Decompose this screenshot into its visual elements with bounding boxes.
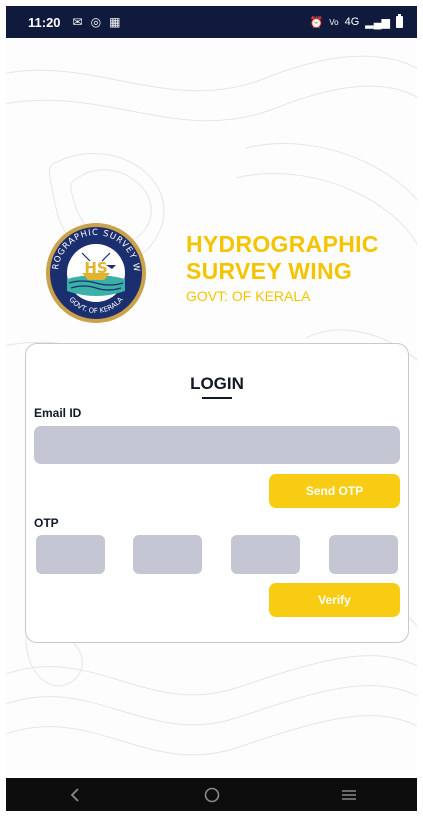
network-type: 4G: [344, 16, 360, 28]
verify-button[interactable]: Verify: [269, 583, 400, 617]
otp-digit-2[interactable]: [133, 535, 202, 574]
email-input[interactable]: [34, 426, 400, 464]
otp-digit-1[interactable]: [36, 535, 105, 574]
otp-digit-3[interactable]: [231, 535, 300, 574]
seal-logo: HYDROGRAPHIC SURVEY WING GOVT. OF KERALA…: [44, 221, 146, 323]
signal-icon: ▂▄▆: [365, 16, 390, 29]
login-title: LOGIN: [190, 374, 244, 393]
volte-icon: Vo: [329, 17, 339, 27]
notification-icons: ✉ ◎ ▦: [73, 15, 121, 29]
brand-title-line1: HYDROGRAPHIC: [186, 231, 379, 257]
status-time: 11:20: [28, 14, 61, 30]
seal-center-text: HS: [84, 259, 107, 277]
brand-title: HYDROGRAPHIC SURVEY WING: [186, 231, 379, 285]
gmail-icon: ✉: [72, 15, 83, 29]
otp-digit-4[interactable]: [329, 535, 398, 574]
gallery-icon: ▦: [109, 15, 121, 29]
home-icon[interactable]: [192, 780, 232, 810]
send-otp-button[interactable]: Send OTP: [269, 474, 400, 508]
status-bar: 11:20 ✉ ◎ ▦ ⏰ Vo 4G ▂▄▆: [6, 6, 417, 38]
instagram-icon: ◎: [90, 15, 102, 29]
system-nav-bar: [6, 778, 417, 811]
brand-title-line2: SURVEY WING: [186, 258, 353, 284]
login-title-underline: [202, 397, 232, 399]
alarm-icon: ⏰: [309, 16, 324, 29]
email-label: Email ID: [34, 406, 82, 420]
system-icons: ⏰ Vo 4G ▂▄▆: [309, 14, 403, 29]
recents-icon[interactable]: [329, 780, 369, 810]
login-card: LOGIN Email ID Send OTP OTP Verify: [25, 343, 409, 643]
otp-label: OTP: [34, 516, 59, 530]
app-screen: 11:20 ✉ ◎ ▦ ⏰ Vo 4G ▂▄▆ ROGRAPHIC SURVEY…: [6, 6, 417, 811]
brand-subtitle: GOVT: OF KERALA: [186, 288, 311, 304]
battery-icon: [396, 14, 403, 28]
brand-header: HYDROGRAPHIC SURVEY WING GOVT. OF KERALA…: [44, 221, 414, 326]
back-icon[interactable]: [55, 780, 95, 810]
